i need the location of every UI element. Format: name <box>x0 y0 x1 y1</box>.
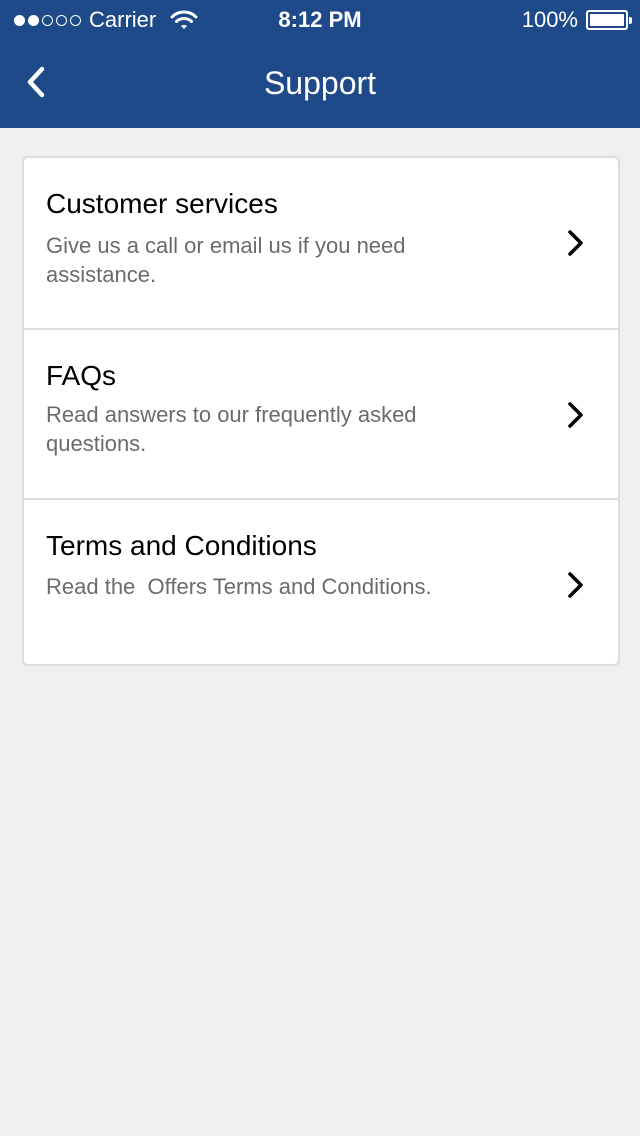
status-right: 100% <box>521 0 632 40</box>
battery-percent: 100% <box>521 7 578 32</box>
chevron-right-icon <box>568 402 583 428</box>
list-item-description: Give us a call or email us if you need a… <box>46 233 412 287</box>
status-bar: Carrier 8:12 PM 100% <box>0 0 640 40</box>
header: Carrier 8:12 PM 100% Support <box>0 0 640 128</box>
list-item-faqs[interactable]: FAQs Read answers to our frequently aske… <box>24 328 618 498</box>
list-item-title: FAQs <box>46 360 117 391</box>
chevron-right-icon <box>568 230 583 256</box>
list-item-description: Read the Offers Terms and Conditions. <box>46 574 432 599</box>
list-item-description: Read answers to our frequently asked que… <box>46 402 423 456</box>
battery-icon <box>586 10 632 30</box>
list-item-terms-and-conditions[interactable]: Terms and Conditions Read the Offers Ter… <box>24 498 618 664</box>
chevron-right-icon <box>568 572 583 598</box>
list-item-title: Customer services <box>46 188 278 219</box>
support-options-list: Customer services Give us a call or emai… <box>22 156 620 666</box>
list-item-title: Terms and Conditions <box>46 530 317 561</box>
nav-bar: Support <box>0 40 640 128</box>
page-title: Support <box>263 65 377 101</box>
list-item-customer-services[interactable]: Customer services Give us a call or emai… <box>24 158 618 328</box>
